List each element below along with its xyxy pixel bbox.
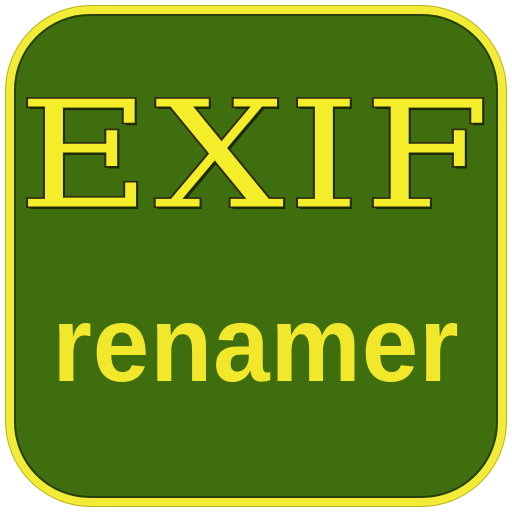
icon-title: EXIF	[16, 69, 494, 242]
app-icon[interactable]: EXIF renamer	[0, 0, 512, 512]
icon-subtitle: renamer	[52, 283, 460, 404]
